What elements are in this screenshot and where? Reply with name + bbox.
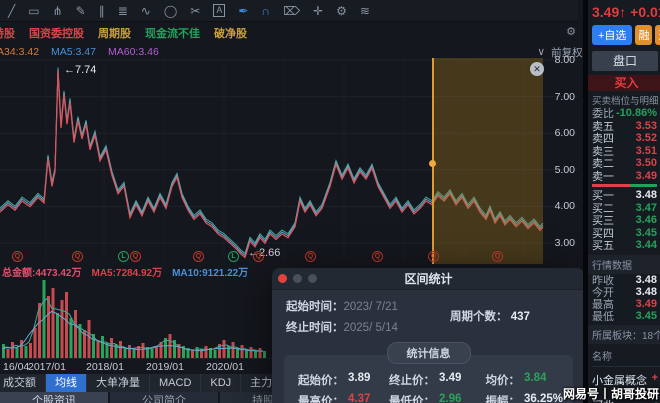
subtab-公司简介[interactable]: 公司简介 [110,392,218,403]
text-tool-icon[interactable]: A [213,4,226,17]
ask-row[interactable]: 卖一 3.49 [592,170,660,183]
tab-成交额[interactable]: 成交额 [0,374,46,392]
price-axis-tick: 5.00 [554,163,575,176]
pen-tool-icon[interactable]: ✒ [238,0,248,22]
tags-settings-gear-icon[interactable]: ⚙ [566,25,576,38]
horizontal-lines-tool-icon[interactable]: ≣ [118,0,128,22]
ex-rights-marker-icon[interactable]: Q [492,251,503,262]
tab-order-book[interactable]: 盘口 [592,51,658,71]
ex-rights-marker-icon[interactable]: Q [72,251,83,262]
sector-count-header: 所属板块：18个 [588,324,660,344]
tab-均线[interactable]: 均线 [46,374,87,392]
tab-MACD[interactable]: MACD [150,374,202,392]
line-tool-icon[interactable]: ╱ [8,0,15,22]
trash-tool-icon[interactable]: ⌦ [283,0,300,22]
ex-rights-marker-icon[interactable]: Q [130,251,141,262]
weibi-value: -10.86% [616,107,657,120]
drawing-toolbar: ╱ ▭ ⋔ ✎ ∥ ≣ ∿ ◯ ✂ A ✒ ∩ ⌦ ✛ ⚙ ≋ [0,0,578,22]
ex-rights-markers-row: QQLQQLQQQQQ [0,250,578,264]
stat-cell: 振幅： 36.25% [485,392,564,403]
interval-selection-region[interactable] [432,58,543,264]
ex-rights-marker-icon[interactable]: Q [12,251,23,262]
price-axis-tick: 8.00 [554,54,575,66]
stat-cell: 最低价： 2.96 [389,392,462,403]
price-axis-tick: 3.00 [554,237,575,249]
stock-tag[interactable]: 国资委控股 [29,25,84,41]
connect-badge: 通 [655,25,660,45]
main-price-chart[interactable]: ✕ ←7.74 ←2.66 8.00 7.00 6.00 5.00 4.00 3.00 [0,54,578,267]
stats-section-pill: 统计信息 [386,342,471,364]
ex-rights-marker-icon[interactable]: Q [253,251,264,262]
add-watchlist-button[interactable]: +自选 [592,25,633,45]
cycle-count-label: 周期个数： [450,311,508,323]
gann-fan-tool-icon[interactable]: ⋔ [53,0,63,22]
date-axis-tick: 2020/01 [206,361,244,373]
modal-date-fields: 起始时间：2023/ 7/21 终止时间：2025/ 5/14 周期个数： 43… [272,290,585,334]
stock-tag[interactable]: 破净股 [214,25,247,41]
stock-tags-row: 特股国资委控股周期股现金流不佳破净股 [0,22,578,44]
layers-tool-icon[interactable]: ≋ [360,0,370,22]
watermark: 网易号丨胡哥投研 [562,387,659,401]
quote-row: 最低 3.45 [592,309,657,323]
ex-rights-marker-icon[interactable]: Q [193,251,204,262]
tab-KDJ[interactable]: KDJ [201,374,242,392]
date-axis-tick: 2018/01 [86,361,124,373]
price-axis-tick: 4.00 [554,200,575,213]
stock-tag[interactable]: 周期股 [98,25,131,41]
volume-legend-item: MA5:7284.92万 [91,268,163,279]
margin-badge: 融 [635,25,653,45]
peak-price-annotation: ←7.74 [64,64,97,76]
bid-row[interactable]: 买五 3.44 [592,239,660,252]
end-time-value: 2025/ 5/14 [343,322,398,334]
magnet-tool-icon[interactable]: ∩ [261,0,270,22]
ex-rights-marker-icon[interactable]: Q [305,251,316,262]
current-price: 3.49↑ +0.01 [592,4,660,20]
start-time-value: 2023/ 7/21 [343,301,398,313]
bid-ratio-segment [629,184,657,187]
ex-rights-marker-icon[interactable]: Q [372,251,383,262]
start-time-label: 起始时间： [286,301,344,313]
modal-title: 区间统计 [404,272,453,286]
stock-tag[interactable]: 特股 [0,25,15,41]
parallel-lines-tool-icon[interactable]: ∥ [99,0,105,22]
move-tool-icon[interactable]: ✛ [313,0,323,22]
rect-tool-icon[interactable]: ▭ [28,0,39,22]
date-axis-tick: 2019/01 [146,361,184,373]
stock-app-window: ╱ ▭ ⋔ ✎ ∥ ≣ ∿ ◯ ✂ A ✒ ∩ ⌦ ✛ ⚙ ≋ 特股国资委控股周期股现金流不佳破净股 ⚙ A 3… [0,0,660,403]
price-axis-tick: 7.00 [554,90,575,103]
date-axis-tick: 16/04 [3,361,30,373]
circle-tool-icon[interactable]: ◯ [164,0,177,22]
cut-tool-icon[interactable]: ✂ [190,0,200,22]
interval-stats-modal: 区间统计 起始时间：2023/ 7/21 终止时间：2025/ 5/14 周期个… [272,268,585,403]
ex-rights-marker-icon[interactable]: Q [428,251,439,262]
up-arrow-icon: ↑ [619,4,627,20]
tab-大单净量[interactable]: 大单净量 [87,374,150,392]
pencil-tool-icon[interactable]: ✎ [76,0,86,22]
ex-rights-marker-icon[interactable]: L [228,251,239,262]
stat-cell: 终止价： 3.49 [389,371,462,387]
ex-rights-marker-icon[interactable]: L [118,251,129,262]
volume-legend: 总金额:4473.42万 MA5:7284.92万 MA10:9121.22万 [2,264,249,279]
end-time-label: 终止时间： [286,322,344,334]
wave-tool-icon[interactable]: ∿ [141,0,151,22]
stat-cell: 最高价： 4.37 [298,392,371,403]
settings-tool-icon[interactable]: ⚙ [336,0,347,22]
buy-banner[interactable]: 买入 [588,75,660,91]
cycle-count-value: 437 [510,311,530,323]
stat-cell: 均价： 3.84 [485,371,547,387]
price-axis-tick: 6.00 [554,127,575,140]
subtab-个股资讯[interactable]: 个股资讯 [0,392,108,403]
volume-legend-item: 总金额:4473.42万 [2,268,82,279]
stat-cell: 起始价： 3.89 [298,371,371,387]
sector-name-column-header: 名称 [592,344,660,367]
price-change: +0.01 [630,4,660,20]
modal-titlebar[interactable]: 区间统计 [272,268,585,290]
order-book-sidebar: 3.49↑ +0.01 +自选 融 通 盘口 买入 买卖档位与明细（手 委比 -… [583,0,660,403]
stock-tag[interactable]: 现金流不佳 [145,25,200,41]
volume-legend-item: MA10:9121.22万 [172,268,249,279]
region-close-icon[interactable]: ✕ [530,62,544,76]
date-axis-tick: 2017/01 [28,361,66,373]
region-handle-dot[interactable] [429,160,436,167]
